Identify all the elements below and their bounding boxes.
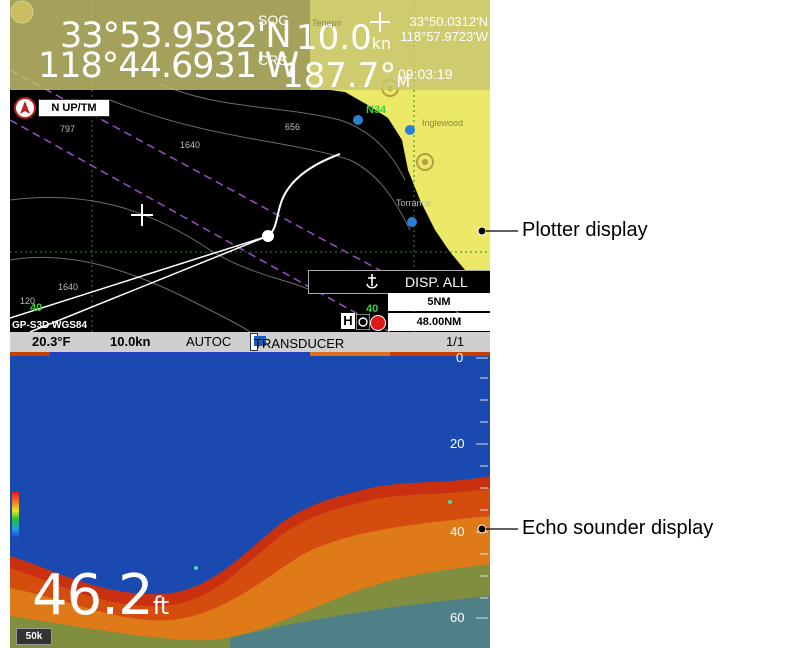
echo-sounder-callout: Echo sounder display — [522, 517, 714, 539]
callout-leaders — [477, 226, 518, 534]
plotter-display-callout: Plotter display — [522, 219, 648, 241]
